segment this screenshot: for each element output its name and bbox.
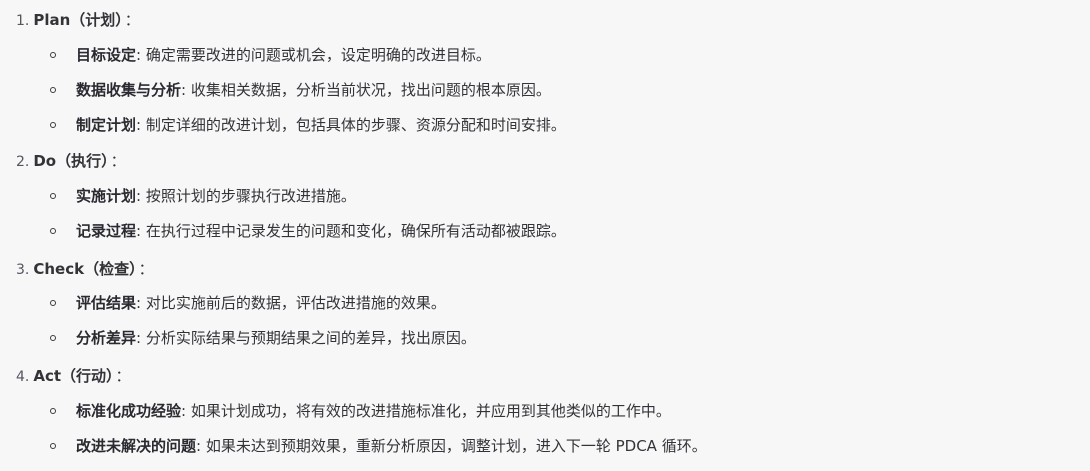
- section-colon: ：: [138, 260, 154, 278]
- bullet-circle-icon: [50, 122, 56, 128]
- item-term: 改进未解决的问题: [76, 437, 197, 455]
- section-title: Check（检查）: [33, 260, 137, 278]
- bullet-circle-icon: [50, 193, 56, 199]
- bullet-circle-icon: [50, 408, 56, 414]
- section-heading-plan: 1. Plan（计划）：: [16, 8, 140, 32]
- bullet-circle-icon: [50, 443, 56, 449]
- section-heading-check: 3. Check（检查）：: [16, 257, 154, 281]
- item-term: 评估结果: [76, 294, 137, 312]
- bullet-circle-icon: [50, 300, 56, 306]
- item-description: 按照计划的步骤执行改进措施。: [141, 187, 356, 205]
- bullet-circle-icon: [50, 87, 56, 93]
- section-number: 1.: [16, 13, 30, 29]
- section-heading-do: 2. Do（执行）：: [16, 149, 126, 173]
- item-description: 确定需要改进的问题或机会，设定明确的改进目标。: [141, 46, 491, 64]
- pdca-document: 1. Plan（计划）： 目标设定: 确定需要改进的问题或机会，设定明确的改进目标…: [0, 0, 1090, 471]
- section-title: Act（行动）: [33, 367, 114, 385]
- section-number: 3.: [16, 262, 30, 278]
- bullet-circle-icon: [50, 52, 56, 58]
- section-number: 4.: [16, 369, 30, 385]
- section-title: Plan（计划）: [33, 11, 123, 29]
- item-term: 目标设定: [76, 46, 137, 64]
- item-description: 收集相关数据，分析当前状况，找出问题的根本原因。: [186, 81, 551, 99]
- bullet-circle-icon: [50, 228, 56, 234]
- item-description: 在执行过程中记录发生的问题和变化，确保所有活动都被跟踪。: [141, 222, 566, 240]
- section-colon: ：: [124, 11, 140, 29]
- item-description: 分析实际结果与预期结果之间的差异，找出原因。: [141, 329, 476, 347]
- bullet-circle-icon: [50, 335, 56, 341]
- section-colon: ：: [115, 367, 131, 385]
- section-title: Do（执行）: [33, 152, 109, 170]
- item-term: 分析差异: [76, 329, 137, 347]
- item-term: 数据收集与分析: [76, 81, 182, 99]
- section-heading-act: 4. Act（行动）：: [16, 364, 131, 388]
- item-term: 标准化成功经验: [76, 402, 182, 420]
- item-term: 记录过程: [76, 222, 137, 240]
- item-description: 如果计划成功，将有效的改进措施标准化，并应用到其他类似的工作中。: [186, 402, 671, 420]
- section-number: 2.: [16, 154, 30, 170]
- item-term: 制定计划: [76, 116, 137, 134]
- item-description: 如果未达到预期效果，重新分析原因，调整计划，进入下一轮 PDCA 循环。: [201, 437, 707, 455]
- section-colon: ：: [110, 152, 126, 170]
- item-description: 制定详细的改进计划，包括具体的步骤、资源分配和时间安排。: [141, 116, 566, 134]
- item-term: 实施计划: [76, 187, 137, 205]
- item-description: 对比实施前后的数据，评估改进措施的效果。: [141, 294, 446, 312]
